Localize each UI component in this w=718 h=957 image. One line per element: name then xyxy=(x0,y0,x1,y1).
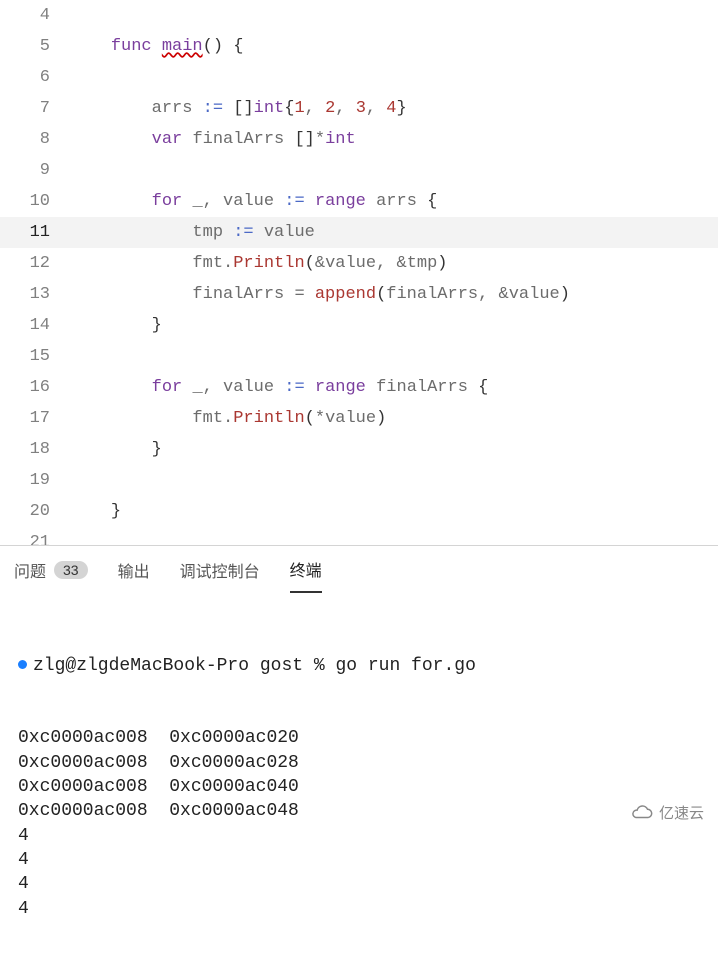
line-number: 5 xyxy=(0,37,70,56)
code-line[interactable]: 7 arrs := []int{1, 2, 3, 4} xyxy=(0,93,718,124)
tab-debug-console[interactable]: 调试控制台 xyxy=(180,546,260,593)
line-number: 10 xyxy=(0,192,70,211)
code-line[interactable]: 13 finalArrs = append(finalArrs, &value) xyxy=(0,279,718,310)
terminal-output-line: 4 xyxy=(18,872,700,896)
line-number: 8 xyxy=(0,130,70,149)
watermark-text: 亿速云 xyxy=(659,802,704,823)
line-number: 11 xyxy=(0,223,70,242)
terminal-output-line: 0xc0000ac008 0xc0000ac020 xyxy=(18,726,700,750)
code-content: } xyxy=(70,502,718,521)
line-number: 16 xyxy=(0,378,70,397)
code-line[interactable]: 15 xyxy=(0,341,718,372)
terminal-output-line: 0xc0000ac008 0xc0000ac028 xyxy=(18,751,700,775)
cloud-icon xyxy=(631,801,653,823)
tab-output[interactable]: 输出 xyxy=(118,546,150,593)
terminal-prompt: zlg@zlgdeMacBook-Pro gost % go run for.g… xyxy=(33,656,476,676)
code-line[interactable]: 18 } xyxy=(0,434,718,465)
code-content: fmt.Println(&value, &tmp) xyxy=(70,254,718,273)
line-number: 20 xyxy=(0,502,70,521)
terminal-output-line: 4 xyxy=(18,848,700,872)
code-line[interactable]: 4 xyxy=(0,0,718,31)
line-number: 13 xyxy=(0,285,70,304)
line-number: 9 xyxy=(0,161,70,180)
code-content: finalArrs = append(finalArrs, &value) xyxy=(70,285,718,304)
code-content: } xyxy=(70,316,718,335)
tab-debug-console-label: 调试控制台 xyxy=(180,558,260,582)
code-line[interactable]: 10 for _, value := range arrs { xyxy=(0,186,718,217)
tab-terminal-label: 终端 xyxy=(290,557,322,581)
prompt-indicator-icon xyxy=(18,660,27,669)
code-line[interactable]: 21 xyxy=(0,527,718,545)
code-editor[interactable]: 45 func main() {67 arrs := []int{1, 2, 3… xyxy=(0,0,718,545)
line-number: 7 xyxy=(0,99,70,118)
problems-count-badge: 33 xyxy=(54,561,88,579)
code-line[interactable]: 11 tmp := value xyxy=(0,217,718,248)
code-line[interactable]: 8 var finalArrs []*int xyxy=(0,124,718,155)
line-number: 6 xyxy=(0,68,70,87)
code-line[interactable]: 12 fmt.Println(&value, &tmp) xyxy=(0,248,718,279)
code-content: } xyxy=(70,440,718,459)
code-line[interactable]: 14 } xyxy=(0,310,718,341)
code-content: for _, value := range arrs { xyxy=(70,192,718,211)
watermark: 亿速云 xyxy=(631,801,704,823)
terminal-output-line: 0xc0000ac008 0xc0000ac040 xyxy=(18,775,700,799)
tab-problems[interactable]: 问题 33 xyxy=(14,546,88,593)
terminal-output-line: 4 xyxy=(18,897,700,921)
terminal-output-line: 0xc0000ac008 0xc0000ac048 xyxy=(18,799,700,823)
line-number: 12 xyxy=(0,254,70,273)
code-line[interactable]: 9 xyxy=(0,155,718,186)
line-number: 14 xyxy=(0,316,70,335)
code-line[interactable]: 5 func main() { xyxy=(0,31,718,62)
line-number: 15 xyxy=(0,347,70,366)
terminal-prompt-line: zlg@zlgdeMacBook-Pro gost % go run for.g… xyxy=(18,654,700,678)
terminal-panel[interactable]: zlg@zlgdeMacBook-Pro gost % go run for.g… xyxy=(0,593,718,957)
code-line[interactable]: 16 for _, value := range finalArrs { xyxy=(0,372,718,403)
code-content: fmt.Println(*value) xyxy=(70,409,718,428)
code-content: arrs := []int{1, 2, 3, 4} xyxy=(70,99,718,118)
code-content: func main() { xyxy=(70,37,718,56)
code-line[interactable]: 19 xyxy=(0,465,718,496)
code-content: tmp := value xyxy=(70,223,718,242)
line-number: 19 xyxy=(0,471,70,490)
code-line[interactable]: 6 xyxy=(0,62,718,93)
code-content: var finalArrs []*int xyxy=(70,130,718,149)
code-line[interactable]: 20 } xyxy=(0,496,718,527)
line-number: 17 xyxy=(0,409,70,428)
tab-problems-label: 问题 xyxy=(14,558,46,582)
terminal-output-line: 4 xyxy=(18,824,700,848)
tab-output-label: 输出 xyxy=(118,558,150,582)
tab-terminal[interactable]: 终端 xyxy=(290,546,322,593)
line-number: 4 xyxy=(0,6,70,25)
code-line[interactable]: 17 fmt.Println(*value) xyxy=(0,403,718,434)
panel-tabs: 问题 33 输出 调试控制台 终端 xyxy=(0,545,718,593)
line-number: 21 xyxy=(0,533,70,545)
line-number: 18 xyxy=(0,440,70,459)
code-content: for _, value := range finalArrs { xyxy=(70,378,718,397)
